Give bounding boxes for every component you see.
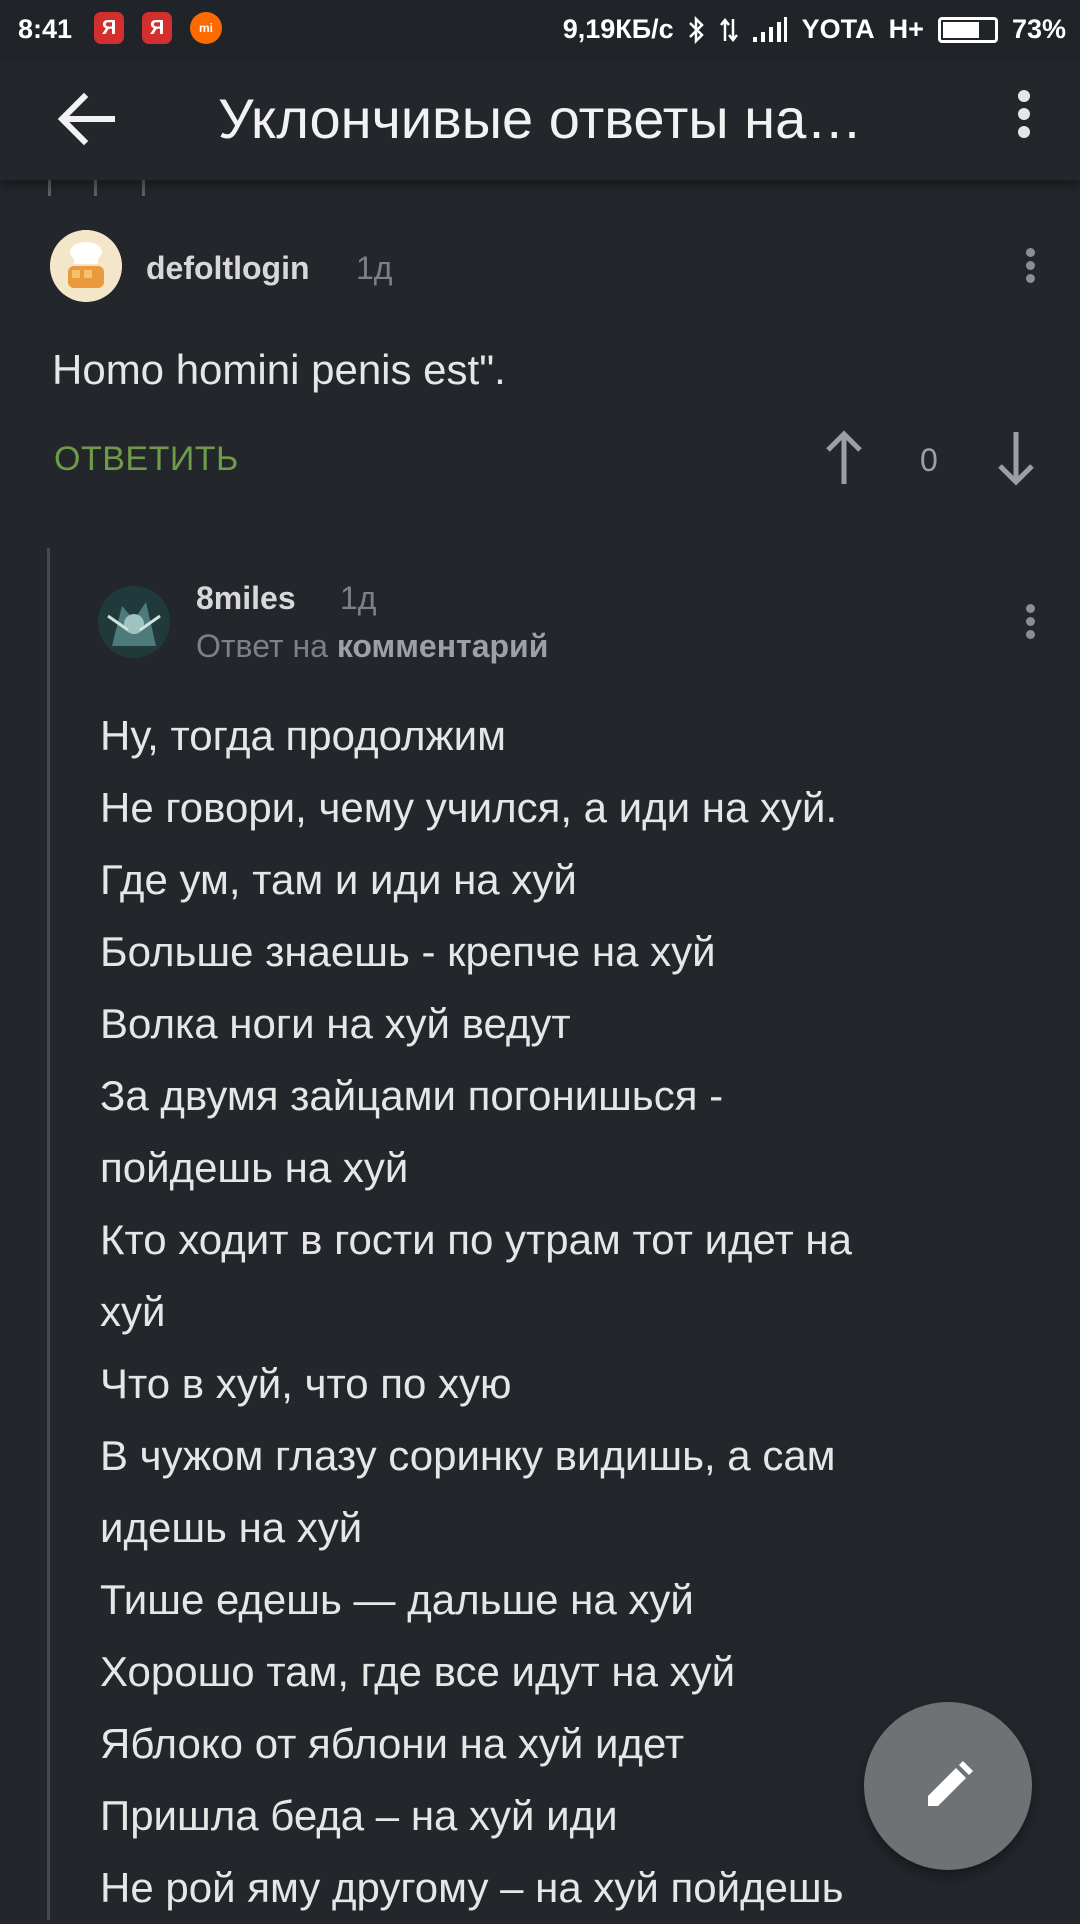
network-type: H+ xyxy=(888,14,924,44)
menu-dot-icon xyxy=(1025,630,1035,639)
thread-line xyxy=(47,548,50,1920)
comment-time: 1д xyxy=(340,580,377,616)
user-avatar-icon xyxy=(98,586,170,658)
arrow-up-icon xyxy=(826,430,862,484)
comment-line: Тише едешь — дальше на хуй xyxy=(100,1576,694,1623)
network-speed: 9,19КБ/с xyxy=(562,14,674,44)
chef-avatar-icon xyxy=(50,230,122,302)
menu-dot-icon xyxy=(1025,248,1035,257)
write-comment-button[interactable] xyxy=(864,1702,1032,1870)
comment-line: хуй xyxy=(100,1288,166,1335)
menu-dot-icon xyxy=(1025,604,1035,613)
app-toolbar: Уклончивые ответы на… xyxy=(0,60,1080,180)
battery-percent: 73% xyxy=(1011,14,1066,44)
data-transfer-icon xyxy=(719,17,738,42)
downvote-button[interactable] xyxy=(992,428,1040,488)
arrow-left-icon xyxy=(57,92,115,146)
comment-line: Что в хуй, что по хую xyxy=(100,1360,512,1407)
vote-count: 0 xyxy=(920,442,938,478)
page-title: Уклончивые ответы на… xyxy=(218,87,863,150)
comment-line: Кто ходит в гости по утрам тот идет на xyxy=(100,1216,852,1263)
avatar[interactable] xyxy=(50,230,122,302)
comment-line: Не рой яму другому – на хуй пойдешь xyxy=(100,1864,844,1911)
comment-line: пойдешь на хуй xyxy=(100,1144,409,1191)
comment-line: Где ум, там и иди на хуй xyxy=(100,856,577,903)
comment-line: Волка ноги на хуй ведут xyxy=(100,1000,571,1047)
carrier-name: YOTA xyxy=(801,14,875,44)
menu-dot-icon xyxy=(1018,108,1030,120)
upvote-button[interactable] xyxy=(820,428,868,488)
reply-target-link[interactable]: комментарий xyxy=(337,628,549,664)
status-time: 8:41 xyxy=(18,14,73,44)
back-button[interactable] xyxy=(52,84,122,154)
avatar[interactable] xyxy=(98,586,170,658)
comment-text: Ну, тогда продолжим Не говори, чему учил… xyxy=(100,700,1000,1924)
comment-line: За двумя зайцами погонишься - xyxy=(100,1072,724,1119)
comment-username[interactable]: 8miles xyxy=(196,580,296,617)
comment-line: идешь на хуй xyxy=(100,1504,363,1551)
menu-dot-icon xyxy=(1025,261,1035,270)
menu-dot-icon xyxy=(1025,274,1035,283)
comment-menu-button[interactable] xyxy=(1018,244,1042,294)
mi-notification-icon: mi xyxy=(190,12,222,44)
comment-line: Ну, тогда продолжим xyxy=(100,712,506,759)
comment-text: Homo homini penis est". xyxy=(52,346,506,393)
reply-prefix: Ответ на xyxy=(196,628,328,664)
reply-button[interactable]: ОТВЕТИТЬ xyxy=(54,440,239,479)
comment-time: 1д xyxy=(356,250,393,286)
bluetooth-icon xyxy=(688,15,704,44)
battery-level-fill xyxy=(942,21,980,38)
yandex-notification-icon: Я xyxy=(94,12,124,44)
pencil-icon xyxy=(928,1761,973,1806)
reply-to-info: Ответ на комментарий xyxy=(196,628,548,665)
comment-line: Больше знаешь - крепче на хуй xyxy=(100,928,716,975)
signal-icon xyxy=(752,16,787,42)
yandex-notification-icon-2: Я xyxy=(142,12,172,44)
comment-line: Хорошо там, где все идут на хуй xyxy=(100,1648,736,1695)
comment-line: В чужом глазу соринку видишь, а сам xyxy=(100,1432,836,1479)
battery-icon xyxy=(937,16,998,43)
status-bar: 8:41 Я Я mi 9,19КБ/с YOTA H+ 73% xyxy=(0,0,1080,60)
menu-dot-icon xyxy=(1025,617,1035,626)
comment-line: Не говори, чему учился, а иди на хуй. xyxy=(100,784,838,831)
menu-dot-icon xyxy=(1018,90,1030,102)
comment-username[interactable]: defoltlogin xyxy=(146,250,310,287)
overflow-menu-button[interactable] xyxy=(1004,84,1044,154)
comment-menu-button[interactable] xyxy=(1018,600,1042,650)
arrow-down-icon xyxy=(998,432,1034,486)
menu-dot-icon xyxy=(1018,126,1030,138)
status-right: 9,19КБ/с YOTA H+ 73% xyxy=(563,14,1066,45)
